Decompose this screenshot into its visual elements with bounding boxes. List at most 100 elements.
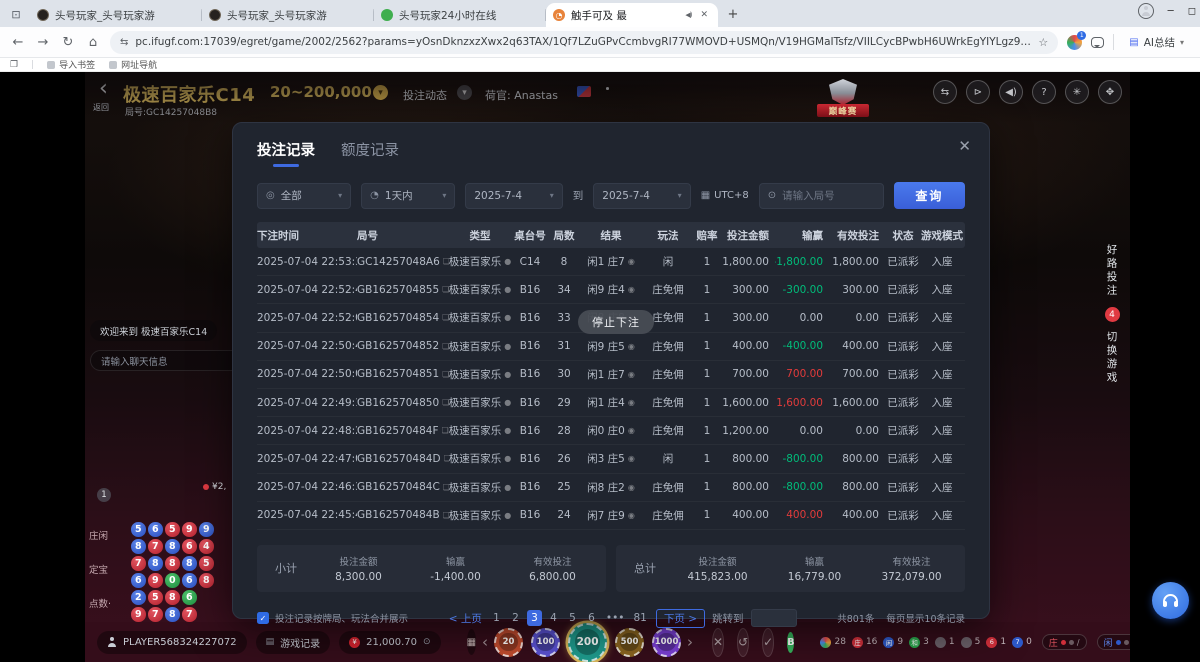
browser-tab-1[interactable]: 头号玩家_头号玩家游 <box>30 3 202 27</box>
bet-records-modal: ✕ 投注记录 额度记录 ◎ 全部 ▾ ◔ 1天内 ▾ 2025-7-4 ▾ 到 … <box>232 122 990 619</box>
cell: 0.00 <box>775 312 829 324</box>
jump-page-input[interactable] <box>751 609 797 627</box>
bet-chip[interactable]: 200 <box>568 623 607 662</box>
cancel-bet-button[interactable]: ✕ <box>712 628 724 657</box>
tab-audio-icon[interactable]: ◀) <box>685 11 691 19</box>
scope-select[interactable]: ◎ 全部 ▾ <box>257 183 351 209</box>
copy-icon[interactable]: ❏ <box>442 285 449 294</box>
stat-dot-icon: 庄 <box>852 637 863 648</box>
prev-page-button[interactable]: < 上页 <box>449 611 482 626</box>
tournament-emblem[interactable]: 巅峰赛 <box>817 79 869 119</box>
page-number[interactable]: 4 <box>546 610 561 626</box>
date-from-select[interactable]: 2025-7-4 ▾ <box>465 183 562 209</box>
side-panel-icon[interactable]: ❐ <box>10 60 18 70</box>
switch-game-button[interactable]: 切换游戏 <box>1105 331 1120 385</box>
search-button[interactable]: 查询 <box>894 182 965 209</box>
bet-chip[interactable]: 20 <box>494 628 523 657</box>
home-icon[interactable]: ⌂ <box>85 35 101 50</box>
eye-icon[interactable]: ◉ <box>628 285 635 294</box>
player-ask-road-pill[interactable]: 闲 ∕ <box>1097 634 1130 650</box>
copy-icon[interactable]: ❏ <box>442 342 449 351</box>
fullscreen-button[interactable]: ✥ <box>1098 80 1122 104</box>
chat-input[interactable]: 请输入聊天信息 <box>90 350 242 371</box>
tab-bet-records[interactable]: 投注记录 <box>257 139 315 167</box>
tab-close-icon[interactable]: ✕ <box>697 9 711 21</box>
eye-icon[interactable]: ◉ <box>628 483 635 492</box>
notifications-icon[interactable] <box>1091 37 1104 48</box>
browser-tab-2[interactable]: 头号玩家_头号玩家游 <box>202 3 374 27</box>
ai-summary-button[interactable]: ▤ AI总结 ▾ <box>1123 33 1190 52</box>
chip-settings-button[interactable]: ▦ <box>467 629 476 655</box>
chips-next-icon[interactable]: › <box>687 633 693 651</box>
camera-switch-button[interactable]: ⇆ <box>933 80 957 104</box>
eye-icon[interactable]: ◉ <box>628 342 635 351</box>
eye-icon[interactable]: ◉ <box>628 511 635 520</box>
eye-icon[interactable]: ◉ <box>628 370 635 379</box>
roadmap-row: 87864 <box>131 539 214 554</box>
customer-service-button[interactable] <box>1152 582 1189 619</box>
date-to-select[interactable]: 2025-7-4 ▾ <box>593 183 690 209</box>
cell: 400.00 <box>775 509 829 521</box>
page-number[interactable]: 5 <box>565 610 580 626</box>
back-icon[interactable]: ← <box>10 35 26 50</box>
minimize-button[interactable]: ─ <box>1168 6 1174 17</box>
address-bar[interactable]: ⇆ pc.ifugf.com:17039/egret/game/2002/256… <box>110 31 1058 54</box>
confirm-bet-button[interactable]: ✓ <box>762 628 774 657</box>
cell: 已派彩 <box>885 254 921 269</box>
browser-tab-active[interactable]: ◔ 触手可及 最 ◀) ✕ <box>546 3 718 27</box>
timezone-control[interactable]: ▦ UTC+8 <box>701 190 749 201</box>
range-select[interactable]: ◔ 1天内 ▾ <box>361 183 455 209</box>
round-number-input[interactable]: ⊙ 请输入局号 <box>759 183 884 209</box>
total-wl-value: 16,779.00 <box>779 571 850 583</box>
bookmark-star-icon[interactable]: ☆ <box>1038 36 1048 49</box>
undo-bet-button[interactable]: ↺ <box>737 628 749 657</box>
page-number[interactable]: 6 <box>584 610 599 626</box>
last-page-button[interactable]: 81 <box>632 610 649 626</box>
tab-quota-records[interactable]: 额度记录 <box>341 139 399 167</box>
help-button[interactable]: ? <box>1032 80 1056 104</box>
profile-avatar[interactable] <box>1138 3 1154 19</box>
bet-chip[interactable]: 100 <box>531 628 560 657</box>
page-number[interactable]: 3 <box>527 610 542 626</box>
forward-icon[interactable]: → <box>35 35 51 50</box>
eye-icon[interactable]: ⊙ <box>423 637 431 647</box>
records-table: 下注时间局号类型桌台号局数结果玩法赔率投注金额输赢有效投注状态游戏模式 2025… <box>257 222 965 530</box>
new-tab-button[interactable]: + <box>722 3 744 25</box>
eye-icon[interactable]: ◉ <box>628 426 635 435</box>
maximize-button[interactable]: ◻ <box>1188 6 1196 17</box>
game-records-button[interactable]: ▤ 游戏记录 <box>256 631 331 654</box>
cell: 0.00 <box>829 312 885 324</box>
extension-icon[interactable]: 1 <box>1067 35 1082 50</box>
copy-icon[interactable]: ❏ <box>442 370 449 379</box>
tab-search-icon[interactable]: ⊡ <box>6 4 26 24</box>
good-road-bet-button[interactable]: 好路投注 <box>1105 244 1120 298</box>
copy-icon[interactable]: ❏ <box>442 313 449 322</box>
next-page-button[interactable]: 下页 > <box>656 609 705 628</box>
per-page: 每页显示10条记录 <box>886 611 965 625</box>
page-number[interactable]: 2 <box>508 610 523 626</box>
reload-icon[interactable]: ↻ <box>60 35 76 50</box>
eye-icon[interactable]: ◉ <box>628 257 635 266</box>
merge-checkbox[interactable]: ✓ <box>257 612 269 624</box>
eye-icon[interactable]: ◉ <box>628 454 635 463</box>
bet-chip[interactable]: 500 <box>615 628 644 657</box>
column-header: 局数 <box>549 228 579 243</box>
copy-icon[interactable]: ❏ <box>442 426 449 435</box>
chips-prev-icon[interactable]: ‹ <box>482 633 488 651</box>
site-settings-icon[interactable]: ⇆ <box>120 37 128 48</box>
cell: B16 <box>511 284 549 296</box>
video-button[interactable]: ⊳ <box>966 80 990 104</box>
banker-ask-road-pill[interactable]: 庄 ∕ <box>1042 634 1087 650</box>
bet-chip[interactable]: 1000 <box>652 628 681 657</box>
copy-icon[interactable]: ❏ <box>442 398 449 407</box>
eye-icon[interactable]: ◉ <box>628 398 635 407</box>
bookmark-sitenav[interactable]: 网址导航 <box>109 58 157 71</box>
bookmark-import[interactable]: 导入书签 <box>47 58 95 71</box>
sound-button[interactable]: ◀) <box>999 80 1023 104</box>
commission-free-toggle[interactable]: B <box>787 632 794 653</box>
browser-tab-3[interactable]: 头号玩家24小时在线 <box>374 3 546 27</box>
cell: 2025-07-04 22:45:48 <box>257 509 357 521</box>
page-number[interactable]: 1 <box>489 610 504 626</box>
settings-button[interactable]: ✳ <box>1065 80 1089 104</box>
modal-close-icon[interactable]: ✕ <box>956 135 973 157</box>
